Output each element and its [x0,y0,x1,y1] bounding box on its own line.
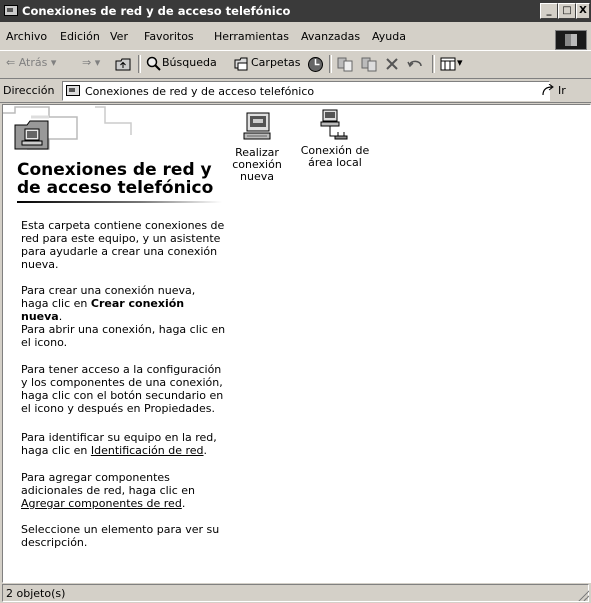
description-text: . [203,444,208,457]
description-intro: Esta carpeta contiene conexiones de red … [21,219,225,271]
toolbar-separator [432,55,435,73]
menu-favoritos[interactable]: Favoritos [144,30,194,43]
move-to-icon[interactable] [337,56,354,72]
title-underline [17,201,222,203]
address-bar: Dirección Conexiones de red y de acceso … [0,78,591,103]
make-new-connection-item[interactable]: Realizar conexión nueva [229,111,285,183]
description-open: Para abrir una conexión, haga clic en el… [21,323,226,349]
search-icon [146,56,161,71]
menu-edicion[interactable]: Edición [60,30,100,43]
minimize-button[interactable]: _ [540,3,558,19]
up-folder-icon[interactable] [115,57,131,71]
web-view-pane: Conexiones de red y de acceso telefónico… [3,105,225,582]
address-input[interactable]: Conexiones de red y de acceso telefónico… [62,81,550,101]
views-icon[interactable] [440,57,456,71]
object-count: 2 objeto(s) [6,587,66,600]
description-text: . [58,310,63,323]
menu-herramientas[interactable]: Herramientas [214,30,289,43]
resize-grip-icon[interactable] [577,589,589,601]
menu-ayuda[interactable]: Ayuda [372,30,406,43]
address-label: Dirección [3,84,55,97]
local-area-connection-icon [320,109,348,140]
menu-ver[interactable]: Ver [110,30,128,43]
item-label: nueva [240,170,274,183]
network-folder-icon [4,5,18,16]
local-area-connection-item[interactable]: Conexión de área local [298,109,372,169]
search-button[interactable]: Búsqueda [162,56,217,69]
network-folder-icon [66,85,80,96]
description-properties: Para tener acceso a la configuración y l… [21,363,224,415]
description-select: Seleccione un elemento para ver su descr… [21,523,220,549]
back-button[interactable]: ⇐ Atrás ▾ [6,56,56,69]
maximize-button[interactable]: □ [558,3,576,19]
folder-title: Conexiones de red y de acceso telefónico [17,160,214,198]
folders-icon [234,57,248,71]
description-identify: Para identificar su equipo en la red, ha… [21,431,226,457]
toolbar-separator [329,55,332,73]
title-bar[interactable]: Conexiones de red y de acceso telefónico… [0,0,591,22]
history-icon[interactable] [307,56,324,73]
delete-icon[interactable] [385,57,399,71]
new-connection-icon [243,112,271,140]
description-components: Para agregar componentes adicionales de … [21,471,226,510]
copy-to-icon[interactable] [361,56,378,72]
status-bar: 2 objeto(s) [0,582,591,603]
network-identification-link[interactable]: Identificación de red [91,444,204,457]
toolbar-separator [138,55,141,73]
close-button[interactable]: X [576,3,590,19]
menu-avanzadas[interactable]: Avanzadas [301,30,360,43]
folder-view: Conexiones de red y de acceso telefónico… [2,104,591,583]
standard-toolbar: ⇐ Atrás ▾ ⇒ ▾ Búsqueda Carpetas ▾ [0,50,591,79]
views-dropdown-arrow[interactable]: ▾ [457,56,463,69]
windows-logo-icon [555,30,587,50]
network-connections-folder-icon [14,120,49,150]
explorer-window: Conexiones de red y de acceso telefónico… [0,0,591,603]
forward-button[interactable]: ⇒ ▾ [82,56,100,69]
add-network-components-link[interactable]: Agregar componentes de red [21,497,182,510]
menu-archivo[interactable]: Archivo [6,30,47,43]
description-create: Para crear una conexión nueva, haga clic… [21,284,226,323]
address-value: Conexiones de red y de acceso telefónico [85,85,315,98]
window-title: Conexiones de red y de acceso telefónico [22,4,291,18]
folders-button[interactable]: Carpetas [251,56,300,69]
menu-bar: Archivo Edición Ver Favoritos Herramient… [0,27,591,47]
go-arrow-icon[interactable] [541,84,555,97]
undo-icon[interactable] [407,57,425,71]
description-text: Para agregar componentes adicionales de … [21,471,196,497]
go-button[interactable]: Ir [558,84,566,97]
status-panel: 2 objeto(s) [2,584,589,602]
description-text: . [181,497,186,510]
item-label: área local [308,156,362,169]
